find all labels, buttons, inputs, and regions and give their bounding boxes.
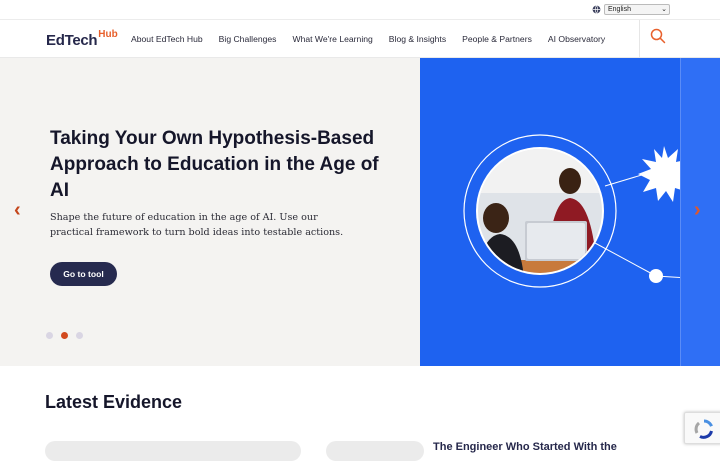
carousel-next-arrow[interactable]: › <box>694 200 701 220</box>
evidence-card-thumbnail[interactable] <box>326 441 424 461</box>
nav-what-were-learning[interactable]: What We're Learning <box>292 34 372 44</box>
carousel-dot-2[interactable] <box>61 332 68 339</box>
recaptcha-icon <box>694 419 713 439</box>
globe-icon <box>592 5 601 14</box>
language-value: English <box>608 6 631 13</box>
carousel-dot-1[interactable] <box>46 332 53 339</box>
hero-illustration <box>463 134 720 288</box>
nav-blog-insights[interactable]: Blog & Insights <box>389 34 446 44</box>
logo-hub-text: Hub <box>98 29 118 40</box>
evidence-card-title[interactable]: The Engineer Who Started With the <box>433 441 617 453</box>
carousel-prev-arrow[interactable]: ‹ <box>14 200 21 220</box>
nav-ai-observatory[interactable]: AI Observatory <box>548 34 605 44</box>
main-header: EdTech Hub About EdTech Hub Big Challeng… <box>0 20 720 58</box>
nav-people-partners[interactable]: People & Partners <box>462 34 532 44</box>
nav-big-challenges[interactable]: Big Challenges <box>219 34 277 44</box>
hero-subtitle: Shape the future of education in the age… <box>50 212 344 238</box>
logo-text: EdTech <box>46 32 98 49</box>
latest-evidence-heading: Latest Evidence <box>45 392 183 412</box>
edtech-hub-logo[interactable]: EdTech Hub <box>46 29 118 49</box>
carousel-dots <box>46 332 83 339</box>
utility-bar: English ⌄ <box>0 0 720 20</box>
carousel-dot-3[interactable] <box>76 332 83 339</box>
chevron-down-icon: ⌄ <box>661 6 667 13</box>
hero-title: Taking Your Own Hypothesis-Based Approac… <box>50 128 379 201</box>
nav-divider <box>639 20 640 58</box>
search-icon[interactable] <box>650 28 666 44</box>
hero-image-panel <box>420 58 720 366</box>
primary-nav: About EdTech Hub Big Challenges What We'… <box>131 20 621 58</box>
go-to-tool-button[interactable]: Go to tool <box>50 262 117 286</box>
language-select[interactable]: English ⌄ <box>604 4 670 15</box>
evidence-card-image[interactable] <box>45 441 301 461</box>
nav-about[interactable]: About EdTech Hub <box>131 34 203 44</box>
language-switcher[interactable]: English ⌄ <box>592 4 670 15</box>
recaptcha-badge[interactable] <box>684 412 720 444</box>
